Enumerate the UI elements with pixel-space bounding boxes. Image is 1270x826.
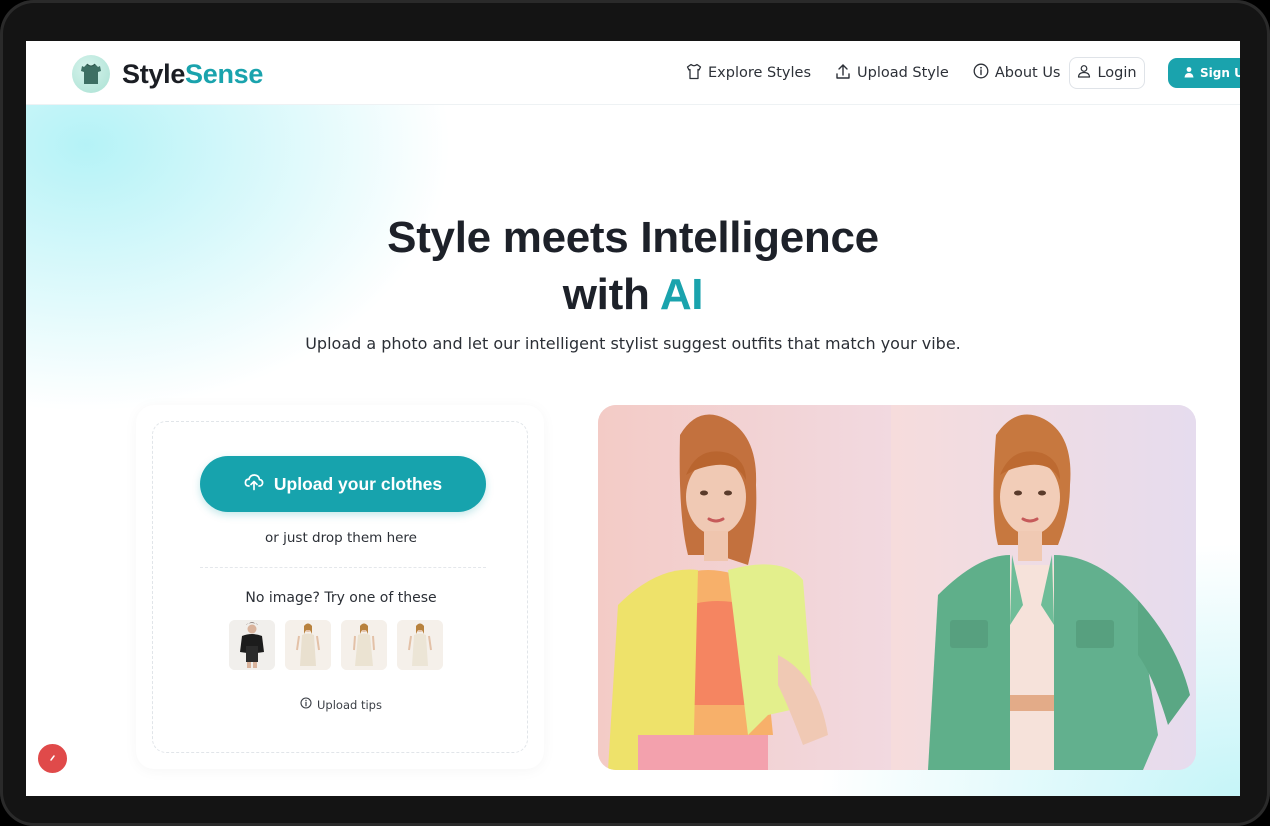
top-header: StyleSense Explore Styles Upload Style A… (26, 41, 1240, 105)
signup-label: Sign Up (1200, 66, 1240, 80)
sample-image-cream-dress-3[interactable] (397, 620, 443, 670)
user-plus-icon (1183, 66, 1200, 81)
record-icon (50, 755, 55, 761)
nav-upload-style-label: Upload Style (857, 65, 949, 81)
info-icon (300, 697, 317, 712)
sample-image-black-top[interactable] (229, 620, 275, 670)
nav-upload-style[interactable]: Upload Style (835, 63, 949, 84)
nav-about-us[interactable]: About Us (973, 63, 1061, 83)
signup-button[interactable]: Sign Up (1168, 58, 1240, 88)
upload-icon (835, 63, 857, 84)
shirt-logo-icon (72, 55, 110, 93)
try-samples-text: No image? Try one of these (245, 590, 437, 606)
sample-images (229, 620, 453, 670)
upload-clothes-label: Upload your clothes (273, 473, 443, 494)
upload-clothes-button[interactable]: Upload your clothes (200, 456, 486, 512)
brand-logo[interactable]: StyleSense (72, 55, 263, 93)
divider (200, 567, 486, 568)
login-button[interactable]: Login (1069, 57, 1145, 89)
hero-title-line2: with AI (26, 266, 1240, 323)
hero-title-accent: AI (659, 270, 704, 319)
nav-about-us-label: About Us (994, 65, 1061, 81)
cloud-upload-icon (244, 473, 274, 496)
upload-tips-link[interactable]: Upload tips (153, 697, 529, 712)
shirt-icon (686, 63, 708, 84)
nav-explore-styles-label: Explore Styles (708, 65, 811, 81)
upload-card: Upload your clothes or just drop them he… (136, 405, 544, 769)
nav-explore-styles[interactable]: Explore Styles (686, 63, 811, 84)
upload-tips-label: Upload tips (317, 697, 382, 712)
brand-name-part2: Sense (185, 58, 264, 89)
hero-title-prefix: with (562, 270, 660, 319)
hero-subtitle: Upload a photo and let our intelligent s… (305, 334, 961, 353)
hero-fashion-photo (598, 405, 1196, 770)
brand-name: StyleSense (122, 59, 263, 90)
hero-title: Style meets Intelligence with AI (26, 209, 1240, 323)
user-icon (1077, 64, 1097, 82)
sample-image-cream-dress-1[interactable] (285, 620, 331, 670)
info-icon (973, 63, 995, 83)
drop-hint: or just drop them here (265, 530, 417, 546)
main-nav: Explore Styles Upload Style About Us (686, 59, 1085, 87)
hero-title-line1: Style meets Intelligence (387, 213, 879, 262)
brand-name-part1: Style (122, 58, 186, 89)
drop-zone[interactable]: Upload your clothes or just drop them he… (152, 421, 528, 753)
browser-screen: StyleSense Explore Styles Upload Style A… (26, 41, 1240, 796)
login-label: Login (1097, 65, 1137, 81)
device-frame: StyleSense Explore Styles Upload Style A… (0, 0, 1270, 826)
floating-action-button[interactable] (36, 742, 69, 775)
sample-image-cream-dress-2[interactable] (341, 620, 387, 670)
